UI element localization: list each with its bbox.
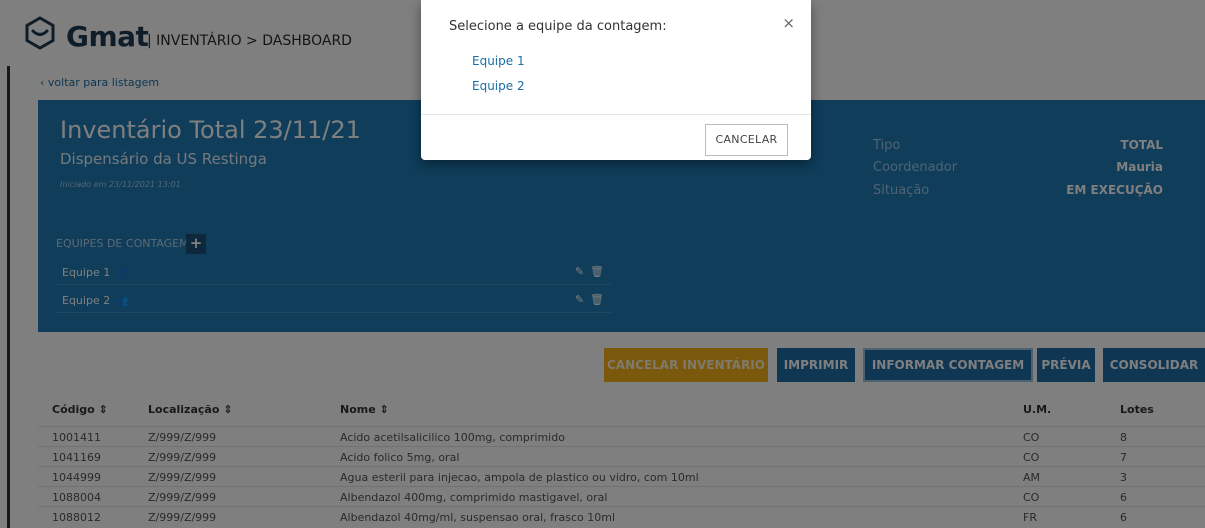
team-option-1[interactable]: Equipe 1 <box>472 54 525 68</box>
team-option-2[interactable]: Equipe 2 <box>472 79 525 93</box>
dialog-cancel-button[interactable]: CANCELAR <box>705 124 788 156</box>
close-icon[interactable]: × <box>782 14 795 32</box>
dialog-title: Selecione a equipe da contagem: <box>449 19 667 34</box>
dialog-divider <box>421 114 811 115</box>
select-team-dialog: Selecione a equipe da contagem: × Equipe… <box>421 0 811 160</box>
